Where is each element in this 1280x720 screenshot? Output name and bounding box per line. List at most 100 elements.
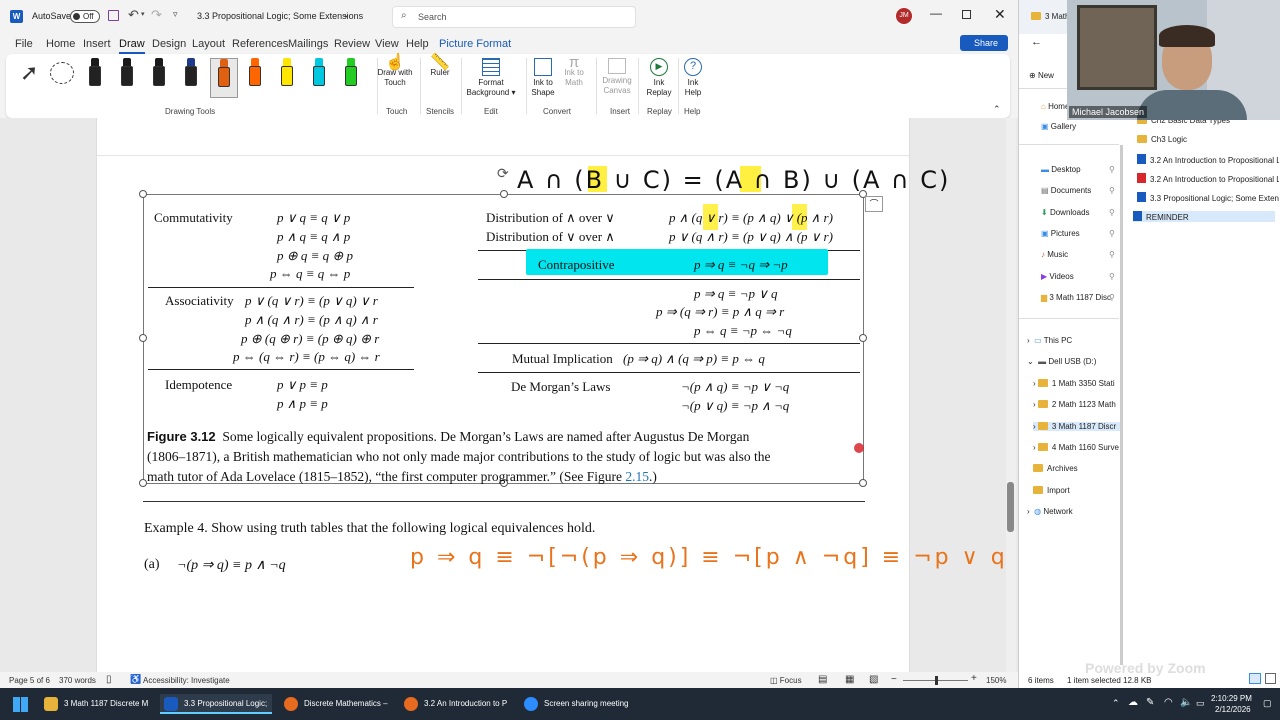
pen-8-icon[interactable] <box>312 58 326 94</box>
proofing-icon[interactable]: ▯ <box>106 674 112 685</box>
tab-picture-format[interactable]: Picture Format <box>439 38 511 50</box>
zoom-slider[interactable] <box>903 676 968 685</box>
drive-folder-item[interactable]: Archives <box>1033 464 1078 473</box>
pinned-item[interactable]: ⬇ Downloads ⚲ <box>1041 208 1115 217</box>
volume-icon[interactable]: 🔈 <box>1180 697 1192 708</box>
ink-to-shape-button[interactable]: Ink to Shape <box>530 58 556 98</box>
tab-references[interactable]: References <box>232 38 288 50</box>
file-item[interactable]: REMINDER <box>1133 211 1275 222</box>
pen-tray-icon[interactable]: ✎ <box>1146 697 1154 708</box>
pen-2-icon[interactable] <box>120 58 134 94</box>
pen-7-icon[interactable] <box>280 58 294 94</box>
explorer-tab[interactable]: 3 Math <box>1031 12 1069 21</box>
tab-view[interactable]: View <box>375 38 399 50</box>
word-count[interactable]: 370 words <box>59 676 96 685</box>
autosave-toggle[interactable]: Off <box>70 10 100 23</box>
pinned-item[interactable]: ▤ Documents ⚲ <box>1041 186 1115 195</box>
battery-icon[interactable]: ▭ <box>1196 698 1205 709</box>
redo-icon[interactable]: ↷ <box>151 7 162 23</box>
nav-this-pc[interactable]: › ▭ This PC <box>1027 336 1072 345</box>
file-item[interactable]: 3.2 An Introduction to Propositional L <box>1137 173 1279 184</box>
drive-folder-item[interactable]: › 1 Math 3350 Stati <box>1033 379 1115 388</box>
pen-4-icon[interactable] <box>184 58 198 94</box>
figure-image[interactable]: Commutativity p ∨ q ≡ q ∨ p p ∧ q ≡ q ∧ … <box>139 190 867 487</box>
pin-icon[interactable]: ⚲ <box>1109 229 1115 238</box>
customize-toolbar-icon[interactable]: ▿ <box>173 9 178 20</box>
pen-1-icon[interactable] <box>88 58 102 94</box>
drive-folder-item[interactable]: › 3 Math 1187 Discr <box>1033 421 1121 431</box>
ink-equation-bottom[interactable]: p ⇒ q ≡ ¬[¬(p ⇒ q)] ≡ ¬[p ∧ ¬q] ≡ ¬p ∨ q <box>410 538 1008 578</box>
pinned-item[interactable]: ▆ 3 Math 1187 Disc ⚲ <box>1041 293 1115 302</box>
pinned-item[interactable]: ▬ Desktop ⚲ <box>1041 165 1115 174</box>
taskbar-item-word[interactable]: 3.3 Propositional Logic; <box>160 694 272 714</box>
pinned-item[interactable]: ▶ Videos ⚲ <box>1041 272 1115 281</box>
vertical-scrollbar[interactable] <box>1006 118 1016 672</box>
print-layout-icon[interactable]: ▦ <box>845 674 854 685</box>
ink-help-button[interactable]: ? Ink Help <box>682 58 704 98</box>
taskbar-item-firefox-1[interactable]: Discrete Mathematics – <box>280 694 392 714</box>
accessibility-status[interactable]: Accessibility: Investigate <box>143 676 230 685</box>
zoom-level[interactable]: 150% <box>986 676 1006 685</box>
pin-icon[interactable]: ⚲ <box>1109 272 1115 281</box>
tab-home[interactable]: Home <box>46 38 75 50</box>
save-icon[interactable] <box>108 10 119 21</box>
tab-review[interactable]: Review <box>334 38 370 50</box>
format-background-button[interactable]: Format Background ▾ <box>464 58 518 98</box>
tab-insert[interactable]: Insert <box>83 38 111 50</box>
new-button[interactable]: ⊕ New <box>1029 71 1054 80</box>
wifi-icon[interactable]: ◠ <box>1164 697 1173 708</box>
drive-folder-item[interactable]: › 4 Math 1160 Surve <box>1033 442 1119 452</box>
draw-with-touch-button[interactable]: ☝ Draw with Touch <box>374 55 416 88</box>
clock-time[interactable]: 2:10:29 PM <box>1211 694 1252 703</box>
lasso-select-icon[interactable] <box>50 62 74 84</box>
details-view-icon[interactable] <box>1249 673 1261 684</box>
document-title[interactable]: 3.3 Propositional Logic; Some Extensions <box>197 11 363 21</box>
tab-design[interactable]: Design <box>152 38 186 50</box>
page-count[interactable]: Page 5 of 6 <box>9 676 50 685</box>
focus-button[interactable]: ◫ Focus <box>770 676 802 685</box>
maximize-button[interactable] <box>962 10 971 19</box>
user-avatar[interactable]: JM <box>896 8 912 24</box>
taskbar-item-explorer[interactable]: 3 Math 1187 Discrete M <box>40 694 152 714</box>
tab-layout[interactable]: Layout <box>192 38 225 50</box>
rotate-handle-icon[interactable]: ⟳ <box>497 165 509 182</box>
search-box[interactable]: ⌕ Search <box>392 6 636 28</box>
zoom-in-icon[interactable]: + <box>971 673 977 684</box>
ruler-button[interactable]: 📏 Ruler <box>426 55 454 78</box>
minimize-button[interactable]: — <box>930 6 942 20</box>
taskbar-item-zoom[interactable]: Screen sharing meeting <box>520 694 638 714</box>
pinned-item[interactable]: ▣ Pictures ⚲ <box>1041 229 1115 238</box>
file-item[interactable]: 3.2 An Introduction to Propositional L <box>1137 154 1279 165</box>
select-pointer-icon[interactable]: ➚ <box>20 60 38 86</box>
notification-icon[interactable]: ▢ <box>1263 698 1272 709</box>
title-chevron-icon[interactable]: ⌄ <box>343 10 350 19</box>
pen-9-icon[interactable] <box>344 58 358 94</box>
ink-replay-button[interactable]: ▶ Ink Replay <box>644 58 674 98</box>
drive-folder-item[interactable]: › 2 Math 1123 Math <box>1033 400 1116 409</box>
layout-options-icon[interactable]: ⌒ <box>865 196 883 212</box>
figure-link[interactable]: 2.15 <box>625 469 649 484</box>
onedrive-icon[interactable]: ☁ <box>1128 697 1138 708</box>
tab-file[interactable]: File <box>15 38 33 50</box>
tab-help[interactable]: Help <box>406 38 429 50</box>
tiles-view-icon[interactable] <box>1265 673 1276 684</box>
pin-icon[interactable]: ⚲ <box>1109 250 1115 259</box>
pin-icon[interactable]: ⚲ <box>1109 293 1115 302</box>
tab-mailings[interactable]: Mailings <box>288 38 328 50</box>
file-item[interactable]: 3.3 Propositional Logic; Some Extensi <box>1137 192 1279 203</box>
collapse-ribbon-icon[interactable]: ⌃ <box>993 104 1001 115</box>
taskbar-item-firefox-2[interactable]: 3.2 An Introduction to P <box>400 694 512 714</box>
pen-6-icon[interactable] <box>248 58 262 94</box>
pen-5-icon[interactable] <box>210 58 238 98</box>
tray-chevron-icon[interactable]: ⌃ <box>1112 698 1120 709</box>
explorer-scrollbar[interactable] <box>1120 145 1123 665</box>
back-arrow-icon[interactable]: ← <box>1031 36 1042 48</box>
share-button[interactable]: Share <box>960 35 1008 51</box>
nav-home[interactable]: ⌂ Home <box>1041 102 1069 111</box>
pen-3-icon[interactable] <box>152 58 166 94</box>
drawing-canvas-button[interactable]: Drawing Canvas <box>598 58 636 96</box>
pin-icon[interactable]: ⚲ <box>1109 165 1115 174</box>
undo-dropdown-icon[interactable]: ▾ <box>141 10 145 18</box>
zoom-out-icon[interactable]: − <box>891 674 897 685</box>
pin-icon[interactable]: ⚲ <box>1109 208 1115 217</box>
